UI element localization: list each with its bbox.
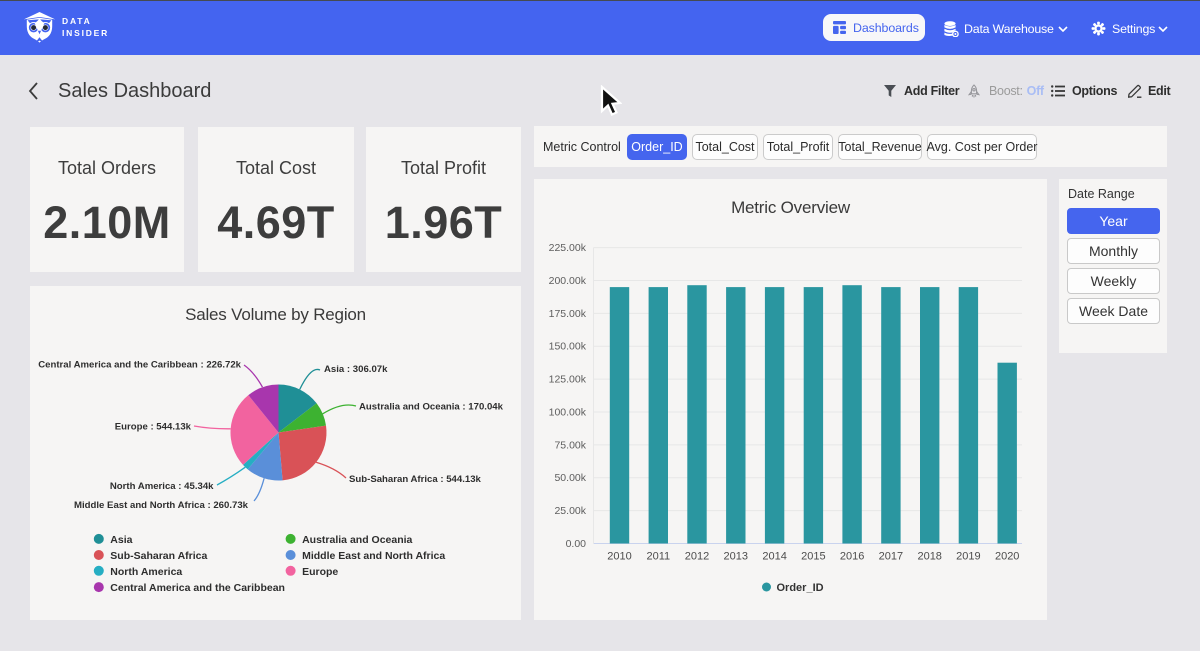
svg-text:175.00k: 175.00k (549, 308, 587, 320)
svg-text:Asia: Asia (110, 534, 132, 546)
svg-text:North America : 45.34k: North America : 45.34k (110, 481, 214, 492)
svg-text:2014: 2014 (762, 551, 786, 563)
svg-text:2018: 2018 (917, 551, 941, 563)
svg-text:2015: 2015 (801, 551, 825, 563)
svg-text:2012: 2012 (685, 551, 709, 563)
svg-text:Europe: Europe (302, 566, 338, 578)
svg-text:2010: 2010 (607, 551, 631, 563)
svg-text:2017: 2017 (879, 551, 903, 563)
svg-text:Central America and the Caribb: Central America and the Caribbean (110, 582, 285, 594)
svg-text:100.00k: 100.00k (549, 407, 587, 419)
svg-text:200.00k: 200.00k (549, 275, 587, 287)
svg-text:2016: 2016 (840, 551, 864, 563)
svg-text:25.00k: 25.00k (554, 505, 586, 517)
svg-text:50.00k: 50.00k (554, 472, 586, 484)
svg-text:Sub-Saharan Africa : 544.13k: Sub-Saharan Africa : 544.13k (349, 474, 482, 485)
svg-text:Order_ID: Order_ID (777, 582, 824, 594)
svg-text:Middle East and North Africa :: Middle East and North Africa : 260.73k (74, 500, 249, 511)
svg-text:Australia and Oceania : 170.04: Australia and Oceania : 170.04k (359, 402, 504, 413)
svg-text:125.00k: 125.00k (549, 374, 587, 386)
svg-text:2013: 2013 (724, 551, 748, 563)
svg-text:Central America and the Caribb: Central America and the Caribbean : 226.… (38, 360, 241, 371)
svg-text:Europe : 544.13k: Europe : 544.13k (115, 421, 192, 432)
svg-text:Middle East and North Africa: Middle East and North Africa (302, 550, 445, 562)
svg-text:225.00k: 225.00k (549, 242, 587, 254)
svg-text:North America: North America (110, 566, 182, 578)
svg-text:2011: 2011 (646, 551, 670, 563)
svg-text:Australia and Oceania: Australia and Oceania (302, 534, 412, 546)
svg-text:75.00k: 75.00k (554, 439, 586, 451)
svg-text:2019: 2019 (956, 551, 980, 563)
svg-text:Asia : 306.07k: Asia : 306.07k (324, 364, 388, 375)
svg-text:150.00k: 150.00k (549, 341, 587, 353)
svg-text:Sub-Saharan Africa: Sub-Saharan Africa (110, 550, 207, 562)
svg-text:0.00: 0.00 (566, 538, 587, 550)
svg-text:2020: 2020 (995, 551, 1019, 563)
